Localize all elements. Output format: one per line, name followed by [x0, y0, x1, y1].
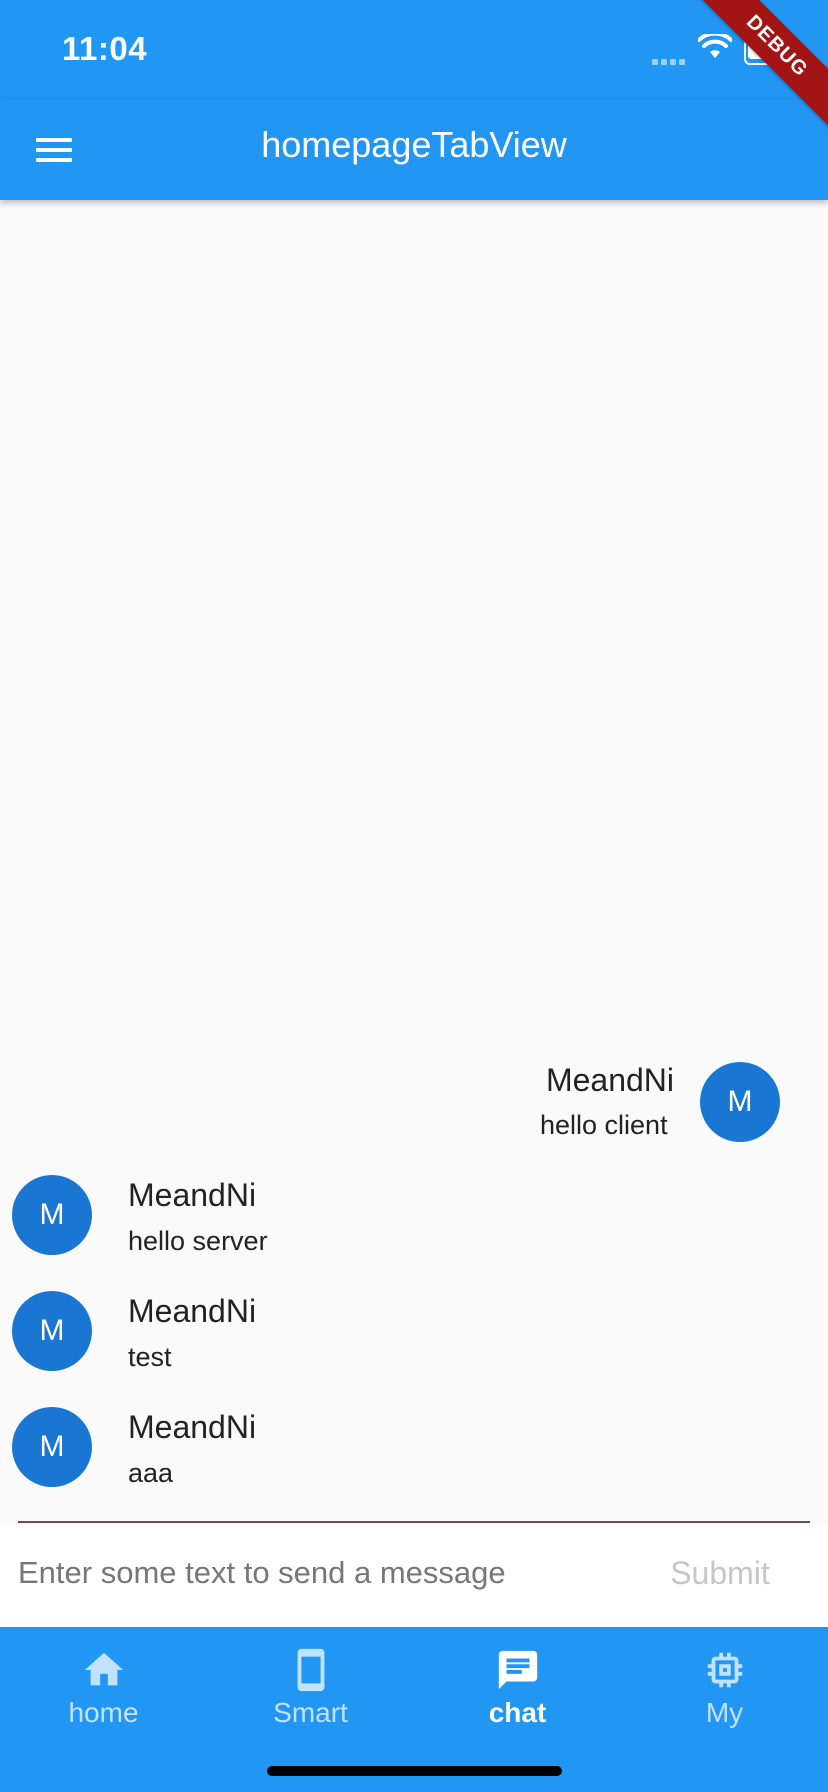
page-title: homepageTabView [261, 124, 567, 165]
message-composer: Submit [0, 1523, 828, 1627]
tab-label: Smart [273, 1697, 348, 1728]
message-sender: MeandNi [128, 1409, 257, 1445]
message-item: M MeandNi aaa [0, 1406, 828, 1516]
message-sender: MeandNi [545, 1062, 674, 1098]
message-text: hello client [540, 1110, 668, 1140]
tab-label: chat [488, 1697, 547, 1728]
message-text: test [128, 1342, 172, 1372]
message-item: MeandNi hello client M [0, 1058, 828, 1168]
tab-smart[interactable]: Smart [207, 1627, 414, 1737]
chip-icon [707, 1652, 743, 1688]
bottom-navigation: home Smart chat My [0, 1627, 828, 1792]
home-icon [84, 1652, 124, 1686]
message-sender: MeandNi [128, 1177, 257, 1213]
phone-icon [297, 1648, 325, 1692]
message-input[interactable] [18, 1545, 618, 1601]
message-item: M MeandNi test [0, 1290, 828, 1400]
message-text: aaa [128, 1458, 174, 1488]
tab-chat[interactable]: chat [414, 1627, 621, 1737]
submit-button[interactable]: Submit [650, 1545, 790, 1601]
home-indicator [267, 1766, 562, 1776]
wifi-icon [698, 34, 732, 58]
app-bar: homepageTabView [0, 100, 828, 200]
message-item: M MeandNi hello server [0, 1174, 828, 1284]
message-sender: MeandNi [128, 1293, 257, 1329]
message-text: hello server [128, 1226, 268, 1256]
tab-label: home [68, 1697, 139, 1728]
cellular-signal-icon [652, 52, 688, 70]
avatar: M [12, 1291, 92, 1371]
avatar: M [12, 1407, 92, 1487]
tab-my[interactable]: My [621, 1627, 828, 1737]
chat-icon [498, 1650, 538, 1690]
avatar: M [700, 1062, 780, 1142]
status-bar: 11:04 [0, 0, 828, 100]
avatar: M [12, 1175, 92, 1255]
status-time: 11:04 [62, 30, 148, 67]
tab-label: My [705, 1697, 744, 1728]
tab-home[interactable]: home [0, 1627, 207, 1737]
